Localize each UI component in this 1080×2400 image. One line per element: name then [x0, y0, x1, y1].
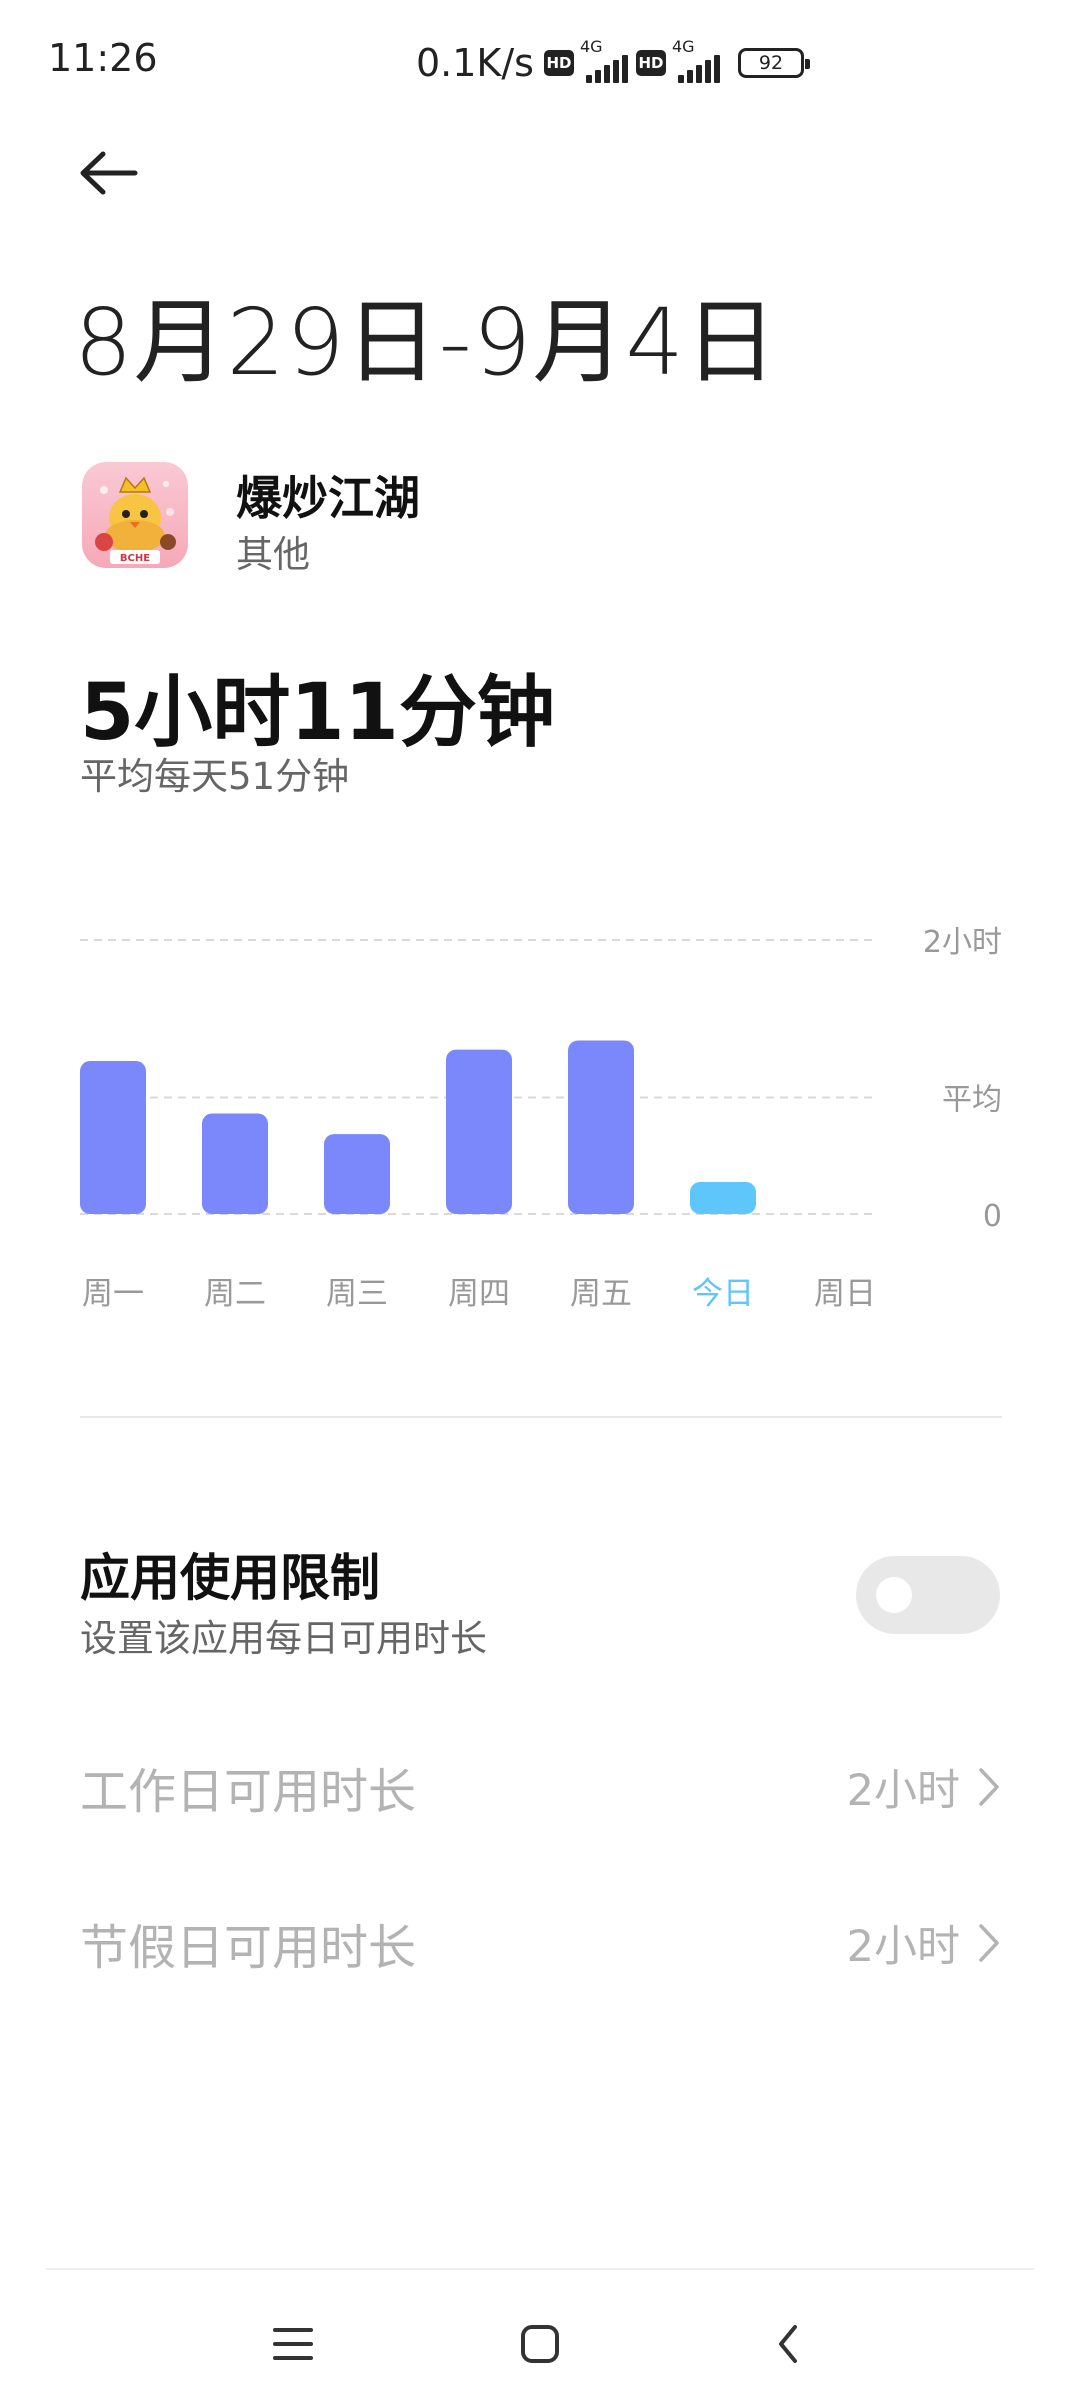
hd-icon: HD: [543, 50, 574, 76]
chart-ref-label: 平均: [942, 1083, 1002, 1118]
network-type-label: 4G: [579, 37, 603, 56]
nav-back-button[interactable]: [748, 2304, 828, 2384]
network-speed: 0.1K/s: [416, 41, 534, 85]
toggle-knob: [876, 1577, 912, 1613]
chart-ref-label: 0: [983, 1199, 1002, 1234]
app-name: 爆炒江湖: [236, 471, 420, 525]
chart-bar: [324, 1134, 390, 1214]
chart-ref-label: 2小时: [923, 925, 1002, 960]
chart-day-label: 周二: [204, 1276, 266, 1312]
chevron-right-icon: [979, 1768, 999, 1806]
status-bar: 11:26 0.1K/s HD 4G HD 4G 92: [0, 0, 1080, 130]
signal-icon: 4G: [580, 37, 630, 85]
chart-day-label: 周一: [82, 1276, 144, 1312]
arrow-left-icon: [80, 151, 138, 195]
signal-icon: 4G: [672, 37, 722, 85]
limit-title: 应用使用限制: [80, 1549, 380, 1607]
home-button[interactable]: [500, 2304, 580, 2384]
battery-level: 92: [758, 52, 784, 74]
row-value: 2小时: [846, 1922, 960, 1972]
chart-day-label: 周日: [814, 1276, 876, 1312]
nav-back-icon: [779, 2325, 797, 2363]
home-square-icon: [521, 2325, 559, 2363]
app-category: 其他: [236, 533, 310, 576]
row-label: 工作日可用时长: [80, 1764, 417, 1820]
chart-bar: [446, 1049, 512, 1214]
page-title: 8月29日-9月4日: [74, 289, 778, 396]
status-time: 11:26: [48, 36, 158, 80]
nav-divider: [46, 2268, 1034, 2270]
chart-day-label: 周五: [570, 1276, 632, 1312]
hd-icon: HD: [635, 50, 666, 76]
average-usage-text: 平均每天51分钟: [80, 755, 350, 798]
weekly-usage-chart: 2小时平均 0 周一 周二 周三 周四 周五 今日 周日: [80, 925, 1002, 1312]
chart-bar: [690, 1182, 756, 1214]
weekday-limit-row[interactable]: 工作日可用时长 2小时: [80, 1742, 1002, 1832]
limit-toggle[interactable]: [856, 1556, 1000, 1634]
chart-day-label: 今日: [692, 1276, 754, 1312]
back-button[interactable]: [74, 138, 144, 208]
app-icon-badge: BCHE: [120, 553, 150, 564]
limit-description: 设置该应用每日可用时长: [80, 1617, 487, 1660]
network-type-label: 4G: [671, 37, 695, 56]
chevron-right-icon: [979, 1924, 999, 1962]
chart-bar: [568, 1040, 634, 1214]
chart-day-label: 周三: [326, 1276, 388, 1312]
status-indicators: 0.1K/s HD 4G HD 4G 92: [416, 37, 810, 88]
chart-bar: [80, 1061, 146, 1214]
holiday-limit-row[interactable]: 节假日可用时长 2小时: [80, 1898, 1002, 1988]
chart-bar: [202, 1113, 268, 1214]
row-value: 2小时: [846, 1766, 960, 1816]
battery-icon: 92: [737, 48, 810, 78]
section-divider: [80, 1416, 1002, 1418]
app-icon: BCHE: [82, 462, 188, 568]
menu-button[interactable]: [253, 2304, 333, 2384]
chart-day-label: 周四: [448, 1276, 510, 1312]
row-label: 节假日可用时长: [80, 1920, 417, 1976]
menu-icon: [273, 2328, 313, 2360]
